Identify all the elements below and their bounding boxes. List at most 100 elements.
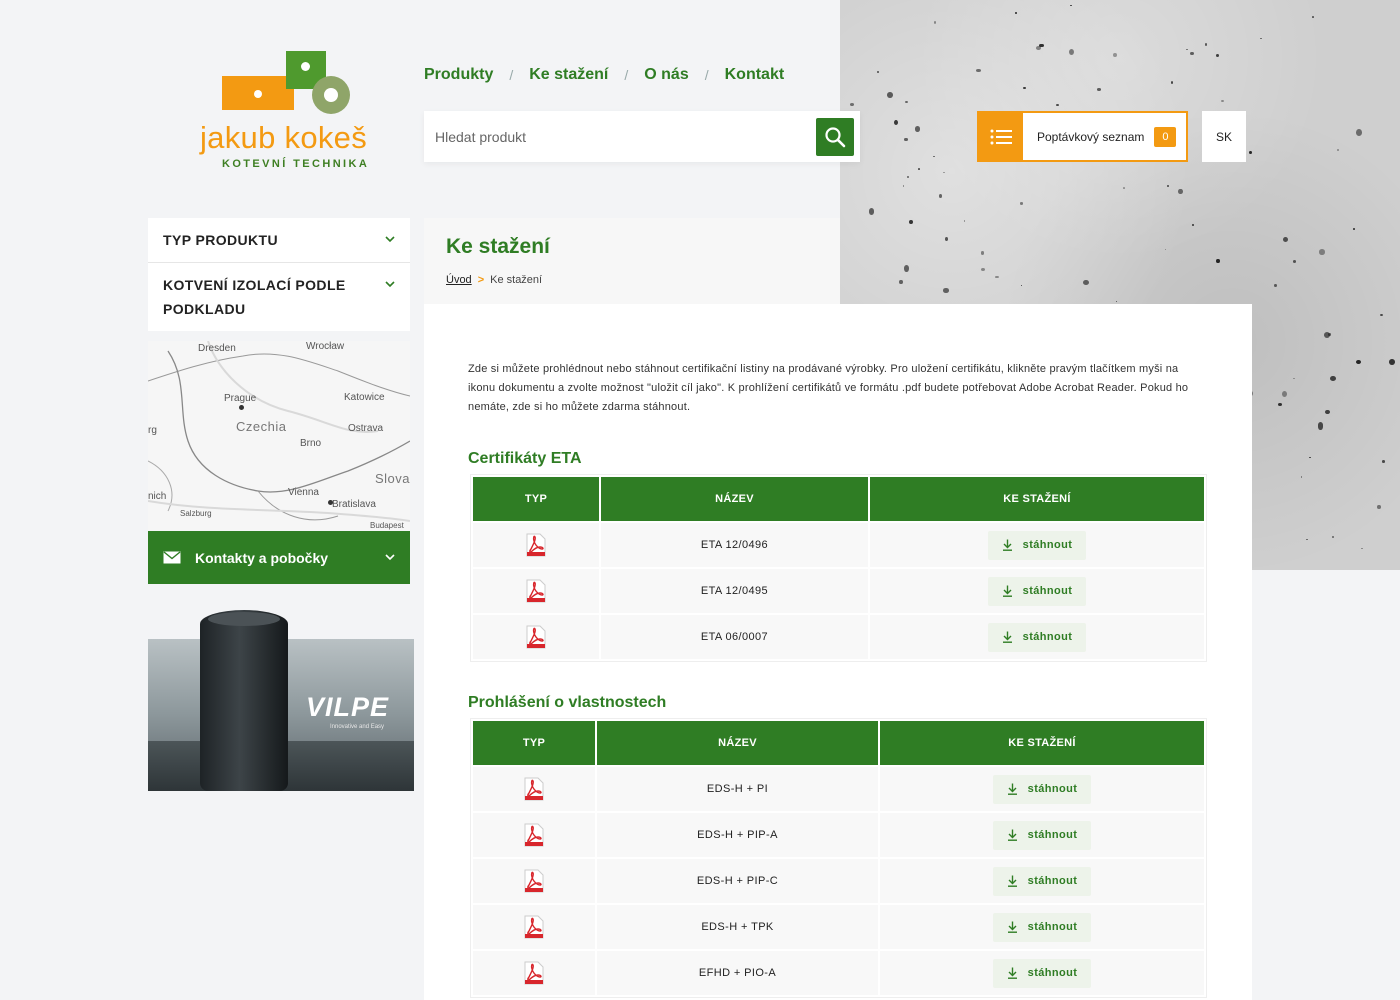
concrete-pore [1115, 300, 1117, 302]
download-icon [1002, 539, 1013, 551]
concrete-pore [1123, 186, 1126, 189]
table-row: ETA 06/0007 stáhnout [473, 615, 1204, 659]
download-icon [1007, 783, 1018, 795]
concrete-pore [1189, 51, 1194, 56]
brand-tagline: KOTEVNÍ TECHNIKA [222, 158, 370, 170]
inquiry-list-button[interactable]: Poptávkový seznam 0 [977, 111, 1188, 162]
breadcrumb: Úvod > Ke stažení [446, 274, 542, 286]
map-dot [239, 405, 244, 410]
category-menu: TYP PRODUKTU KOTVENÍ IZOLACÍ PODLE PODKL… [148, 218, 410, 331]
map-label: Budapest [370, 521, 404, 530]
vilpe-banner[interactable]: VILPE Innovative and Easy [148, 604, 414, 791]
concrete-pore [1309, 456, 1311, 458]
file-type-cell [473, 859, 595, 903]
download-cell: stáhnout [880, 905, 1204, 949]
concrete-pore [915, 126, 921, 132]
download-button[interactable]: stáhnout [987, 530, 1087, 560]
pdf-icon[interactable] [523, 777, 545, 801]
concrete-pore [1221, 99, 1225, 102]
page-header: Ke stažení Úvod > Ke stažení [424, 218, 840, 304]
download-label: stáhnout [1022, 585, 1073, 597]
concrete-pore [868, 208, 875, 215]
breadcrumb-home-link[interactable]: Úvod [446, 274, 472, 286]
category-kotveni-izolaci[interactable]: KOTVENÍ IZOLACÍ PODLE PODKLADU [148, 263, 410, 331]
logo[interactable]: jakub kokeš KOTEVNÍ TECHNIKA [200, 48, 380, 173]
concrete-pore [887, 92, 893, 98]
map-dot [328, 500, 333, 505]
chevron-down-icon [385, 236, 395, 243]
page-title: Ke stažení [446, 235, 550, 258]
nav-separator: / [624, 67, 629, 83]
file-type-cell [473, 813, 595, 857]
download-button[interactable]: stáhnout [992, 912, 1092, 942]
concrete-pore [1014, 12, 1017, 15]
table-row: EFHD + PIO-A stáhnout [473, 951, 1204, 995]
pdf-icon[interactable] [525, 579, 547, 603]
document-name: ETA 12/0495 [601, 569, 868, 613]
concrete-pore [1324, 331, 1331, 338]
concrete-pore [917, 167, 921, 170]
download-button[interactable]: stáhnout [992, 820, 1092, 850]
download-label: stáhnout [1027, 967, 1078, 979]
download-label: stáhnout [1022, 539, 1073, 551]
pdf-icon[interactable] [525, 625, 547, 649]
concrete-pore [903, 265, 909, 272]
document-name: ETA 06/0007 [601, 615, 868, 659]
file-type-cell [473, 523, 599, 567]
intro-text: Zde si můžete prohlédnout nebo stáhnout … [468, 363, 1189, 413]
concrete-pore [1055, 103, 1060, 107]
concrete-pore [1317, 422, 1324, 430]
concrete-pore [899, 280, 903, 285]
concrete-pore [1083, 280, 1089, 286]
concrete-pore [1249, 150, 1253, 154]
column-header: TYP [473, 721, 595, 765]
map-label: rg [148, 425, 157, 436]
map-label: Prague [224, 393, 257, 404]
branch-map[interactable]: Dresden Wrocław Prague Katowice Ostrava … [148, 341, 410, 531]
map-label: Dresden [198, 343, 236, 354]
concrete-pore [939, 194, 942, 199]
concrete-pore [876, 70, 880, 73]
table-row: EDS-H + PIP-C stáhnout [473, 859, 1204, 903]
download-button[interactable]: stáhnout [992, 958, 1092, 988]
nav-item-kontakt[interactable]: Kontakt [725, 66, 785, 84]
banner-brand: VILPE [306, 692, 390, 722]
language-switcher[interactable]: SK [1202, 111, 1246, 162]
pdf-icon[interactable] [525, 533, 547, 557]
roof-vent-image [200, 610, 288, 791]
download-cell: stáhnout [880, 767, 1204, 811]
category-label: TYP PRODUKTU [163, 232, 278, 248]
download-button[interactable]: stáhnout [987, 576, 1087, 606]
nav-item-ke-stazeni[interactable]: Ke stažení [529, 66, 608, 84]
concrete-pore [906, 175, 909, 178]
concrete-pore [1293, 378, 1296, 380]
download-button[interactable]: stáhnout [992, 866, 1092, 896]
logo-mark [220, 48, 380, 118]
section-title-prohlaseni: Prohlášení o vlastnostech [468, 694, 667, 711]
nav-item-o-nas[interactable]: O nás [644, 66, 688, 84]
download-button[interactable]: stáhnout [987, 622, 1087, 652]
nav-item-produkty[interactable]: Produkty [424, 66, 493, 84]
download-cell: stáhnout [870, 523, 1204, 567]
download-button[interactable]: stáhnout [992, 774, 1092, 804]
concrete-pore [1332, 535, 1335, 538]
pdf-icon[interactable] [523, 823, 545, 847]
category-typ-produktu[interactable]: TYP PRODUKTU [148, 218, 410, 263]
brand-name: jakub kokeš [200, 120, 368, 155]
concrete-pore [1312, 16, 1314, 19]
breadcrumb-separator: > [477, 274, 485, 286]
concrete-pore [1112, 52, 1117, 57]
main-navigation: Produkty / Ke stažení / O nás / Kontakt [424, 66, 784, 84]
search-button[interactable] [816, 117, 854, 156]
table-row: EDS-H + TPK stáhnout [473, 905, 1204, 949]
contacts-and-branches-toggle[interactable]: Kontakty a pobočky [148, 531, 410, 584]
pdf-icon[interactable] [523, 869, 545, 893]
download-icon [1007, 967, 1018, 979]
pdf-icon[interactable] [523, 961, 545, 985]
column-header: KE STAŽENÍ [870, 477, 1204, 521]
search-input[interactable] [424, 111, 816, 162]
download-icon [1007, 829, 1018, 841]
pdf-icon[interactable] [523, 915, 545, 939]
concrete-pore [1377, 504, 1382, 510]
concrete-pore [1186, 48, 1189, 51]
